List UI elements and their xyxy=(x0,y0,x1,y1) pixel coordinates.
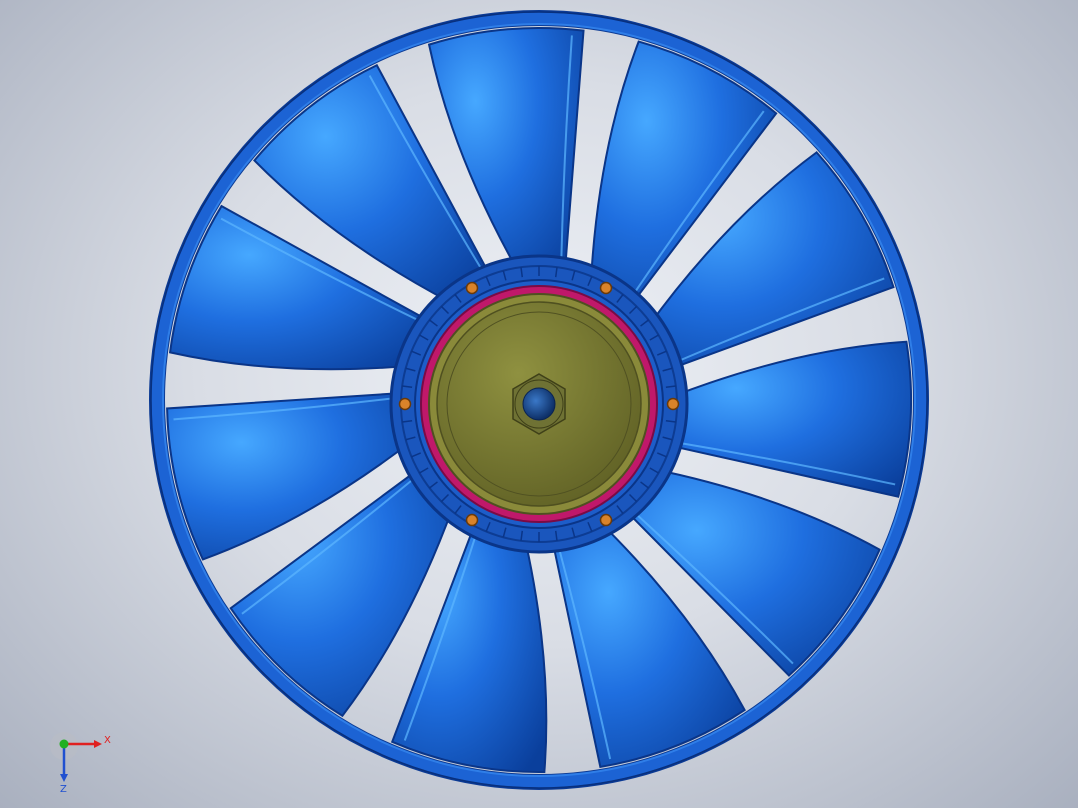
bolt-icon xyxy=(398,397,412,411)
fan-model[interactable] xyxy=(0,0,1078,808)
bolt-icon xyxy=(465,281,479,295)
z-axis-arrow-icon xyxy=(60,774,68,782)
x-axis-label: X xyxy=(104,735,111,746)
axis-triad[interactable]: X Z xyxy=(44,726,114,796)
z-axis-label: Z xyxy=(60,784,67,795)
x-axis-arrow-icon xyxy=(94,740,102,748)
y-axis-dot-icon xyxy=(59,739,69,749)
bolt-icon xyxy=(465,513,479,527)
bolt-icon xyxy=(666,397,680,411)
fan-blade[interactable] xyxy=(660,340,912,498)
bolt-icon xyxy=(599,513,613,527)
bolt-icon xyxy=(599,281,613,295)
cad-viewport[interactable]: X Z xyxy=(0,0,1078,808)
